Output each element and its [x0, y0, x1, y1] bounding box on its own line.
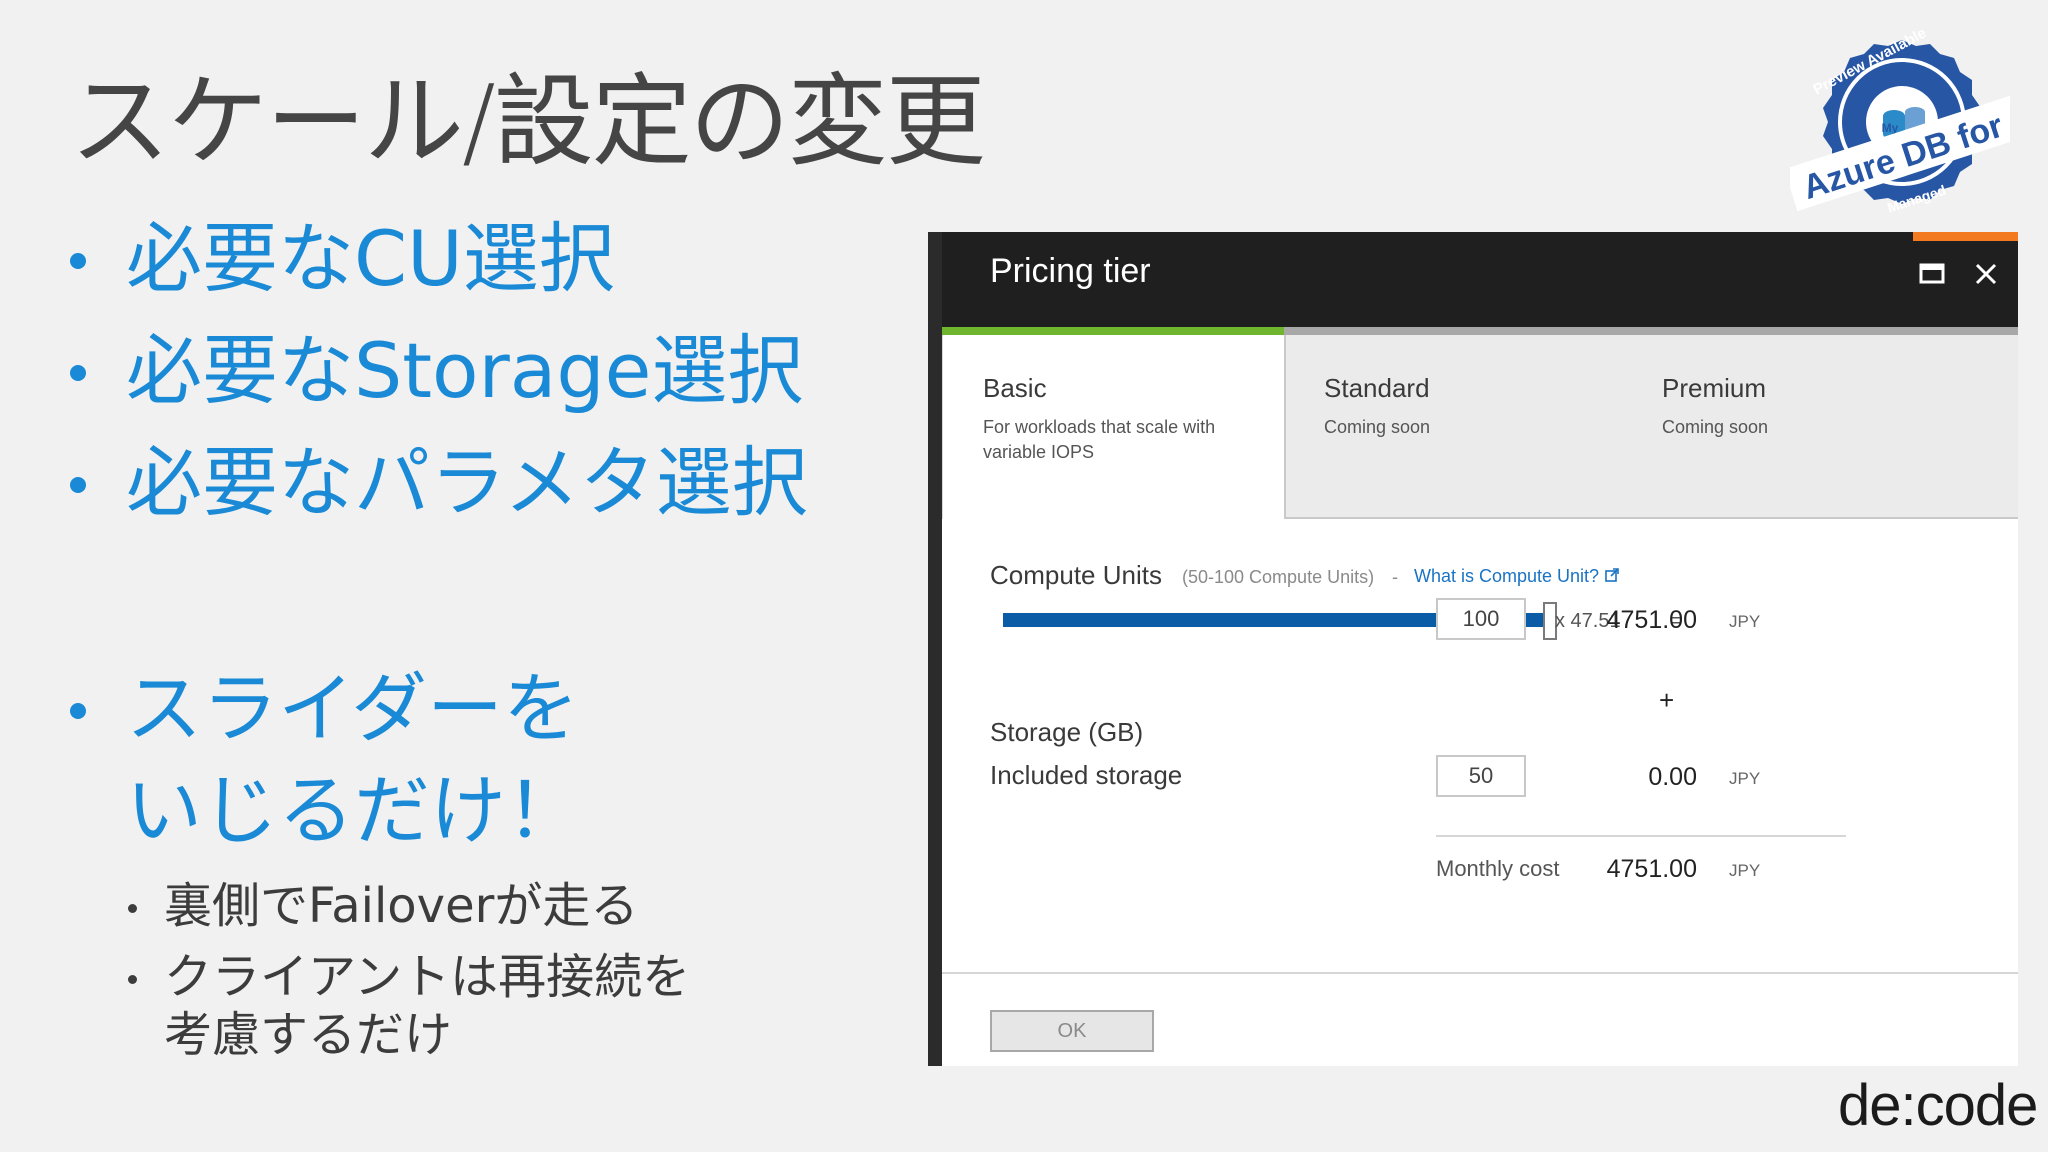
tier-standard[interactable]: Standard Coming soon	[1286, 335, 1624, 517]
tier-selected-indicator	[942, 327, 1284, 335]
maximize-icon[interactable]	[1912, 254, 1952, 294]
bullet-dot	[70, 477, 86, 493]
included-storage-label: Included storage	[990, 760, 1183, 790]
close-icon[interactable]	[1966, 254, 2006, 294]
compute-units-input[interactable]: 100	[1436, 598, 1526, 640]
tier-premium[interactable]: Premium Coming soon	[1624, 335, 1962, 517]
tier-basic[interactable]: Basic For workloads that scale with vari…	[942, 335, 1284, 519]
tier-group-unavailable: Standard Coming soon Premium Coming soon	[1284, 335, 2018, 519]
link-text: What is Compute Unit?	[1414, 566, 1600, 586]
bullet-text: スライダーを	[126, 664, 579, 753]
sub-bullet-text: 裏側でFailoverが走る	[164, 878, 639, 934]
tier-name: Standard	[1324, 373, 1430, 403]
bullet-text: いじるだけ！	[126, 766, 582, 855]
compute-units-range: (50-100 Compute Units)	[1182, 567, 1375, 587]
monthly-cost-label: Monthly cost	[1436, 856, 1560, 881]
tier-name: Premium	[1662, 373, 1767, 403]
storage-amount: 0.00	[1648, 763, 1697, 791]
total-divider	[1436, 835, 1846, 837]
tier-selector: Basic For workloads that scale with vari…	[942, 327, 2018, 519]
monthly-currency: JPY	[1729, 861, 1761, 880]
footer-divider	[942, 972, 2018, 974]
bullet-text: 必要なStorage選択	[126, 326, 804, 415]
compute-units-label: Compute Units	[990, 560, 1162, 590]
compute-currency: JPY	[1729, 612, 1761, 631]
tier-name: Basic	[983, 373, 1047, 403]
azure-db-preview-badge: Preview Available My Azure DB for Manage…	[1783, 25, 2026, 220]
bullet-dot	[70, 703, 86, 719]
tier-desc: Coming soon	[1662, 417, 1769, 437]
bullet-dot	[70, 253, 86, 269]
compute-amount: 4751.00	[1606, 606, 1697, 634]
what-is-compute-unit-link[interactable]: What is Compute Unit?	[1414, 566, 1620, 587]
slide-title: スケール/設定の変更	[70, 63, 986, 180]
external-link-icon	[1605, 568, 1619, 582]
ok-button[interactable]: OK	[990, 1010, 1154, 1052]
blade-accent-bar	[1913, 232, 2018, 241]
decode-logo: de:code	[1838, 1073, 2038, 1138]
sub-bullet-dot	[128, 975, 137, 984]
tier-desc: variable IOPS	[983, 442, 1095, 462]
plus-sign: +	[1659, 685, 1675, 715]
pricing-tier-blade: Pricing tier Basic For workloads that sc…	[928, 232, 2018, 1066]
sub-bullet-text: 考慮するだけ	[164, 1007, 453, 1063]
storage-currency: JPY	[1729, 769, 1761, 788]
sub-bullet-text: クライアントは再接続を	[164, 949, 691, 1005]
bullet-dot	[70, 365, 86, 381]
tier-desc: Coming soon	[1324, 417, 1431, 437]
monthly-cost-amount: 4751.00	[1606, 855, 1697, 883]
badge-seal-icon: Preview Available My Azure DB for Manage…	[1783, 25, 2026, 216]
blade-header: Pricing tier	[942, 232, 2018, 327]
bullet-text: 必要なCU選択	[126, 214, 615, 303]
storage-label: Storage (GB)	[990, 717, 1144, 747]
blade-title: Pricing tier	[990, 252, 1151, 290]
tier-desc: For workloads that scale with	[983, 417, 1216, 437]
storage-input[interactable]: 50	[1436, 755, 1526, 797]
bullet-text: 必要なパラメタ選択	[126, 438, 808, 527]
range-separator: -	[1392, 567, 1398, 587]
sub-bullet-dot	[128, 904, 137, 913]
